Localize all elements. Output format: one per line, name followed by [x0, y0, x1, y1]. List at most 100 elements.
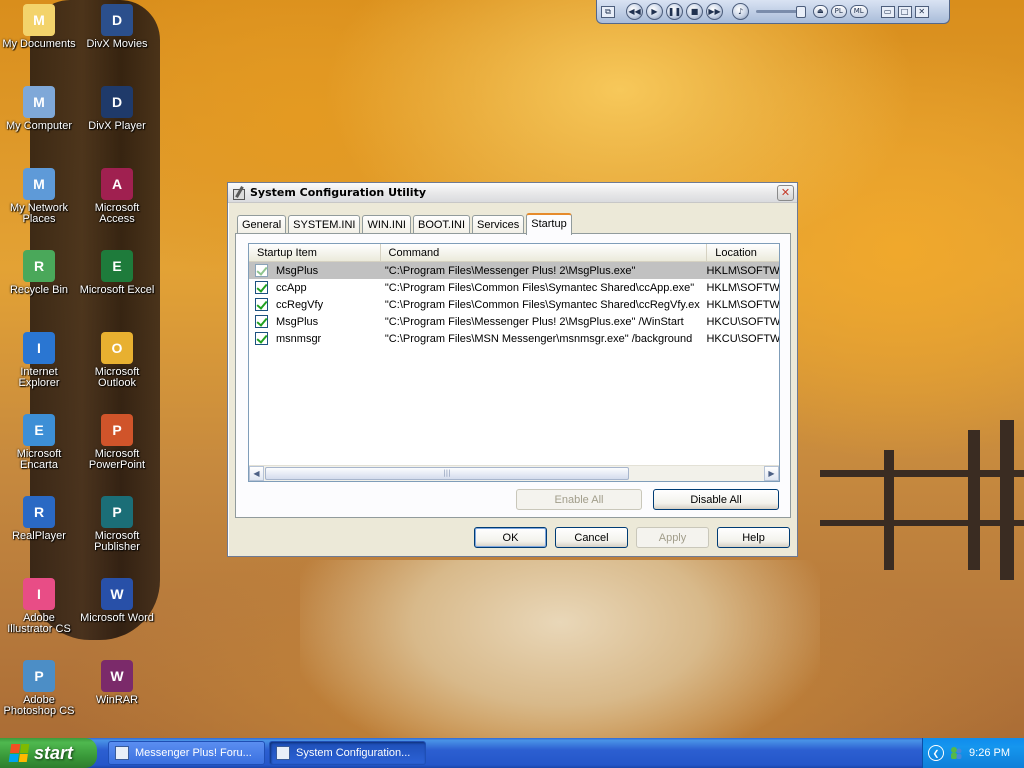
scroll-right-icon[interactable]: ▶ — [764, 466, 779, 481]
ok-button[interactable]: OK — [474, 527, 547, 548]
tab-win-ini[interactable]: WIN.INI — [362, 215, 411, 234]
startup-checkbox[interactable] — [255, 315, 268, 328]
startup-checkbox[interactable] — [255, 332, 268, 345]
computer-icon: M — [23, 86, 55, 118]
messenger-tray-icon[interactable] — [949, 746, 963, 760]
desktop-icon-label: My Computer — [5, 120, 73, 132]
internet-explorer-icon: I — [23, 332, 55, 364]
table-row[interactable]: MsgPlus "C:\Program Files\Messenger Plus!… — [249, 313, 779, 330]
startup-item-cell: msnmsgr — [276, 332, 322, 345]
desktop-icon[interactable]: A Microsoft Access — [78, 168, 156, 225]
media-library-button[interactable]: ML — [849, 5, 868, 18]
pause-button[interactable]: ❚❚ — [666, 3, 683, 20]
startup-checkbox[interactable] — [255, 298, 268, 311]
desktop-icon[interactable]: M My Network Places — [0, 168, 78, 225]
task-messenger-plus-forum[interactable]: Messenger Plus! Foru... — [108, 741, 265, 765]
tab-boot-ini[interactable]: BOOT.INI — [412, 215, 471, 234]
fast-forward-button[interactable]: ▶▶ — [706, 3, 723, 20]
desktop-icon-label: RealPlayer — [12, 530, 66, 542]
desktop-icon[interactable]: R RealPlayer — [0, 496, 78, 542]
dialog-titlebar[interactable]: System Configuration Utility ✕ — [228, 183, 797, 203]
close-button[interactable]: ✕ — [777, 184, 794, 201]
help-button[interactable]: Help — [717, 527, 790, 548]
column-command[interactable]: Command — [381, 244, 708, 261]
horizontal-scrollbar[interactable]: ◀ ||| ▶ — [249, 465, 779, 481]
clock[interactable]: 9:26 PM — [969, 747, 1010, 759]
command-cell: "C:\Program Files\Messenger Plus! 2\MsgP… — [384, 264, 636, 277]
winrar-icon: W — [101, 660, 133, 692]
desktop-icon[interactable]: R Recycle Bin — [0, 250, 78, 296]
startup-checkbox[interactable] — [255, 281, 268, 294]
column-startup-item[interactable]: Startup Item — [249, 244, 381, 261]
system-configuration-dialog: System Configuration Utility ✕ General S… — [227, 182, 798, 557]
media-mode-icon[interactable]: ⧉ — [601, 5, 615, 18]
taskbar: start Messenger Plus! Foru... System Con… — [0, 738, 1024, 768]
desktop-icon[interactable]: D DivX Movies — [78, 4, 156, 50]
startup-list[interactable]: Startup Item Command Location MsgPlus "C:… — [248, 243, 780, 482]
desktop-icon[interactable]: E Microsoft Excel — [78, 250, 156, 296]
playlist-button[interactable]: PL — [830, 5, 847, 18]
apply-button[interactable]: Apply — [636, 527, 709, 548]
tab-general[interactable]: General — [237, 215, 287, 234]
rewind-button[interactable]: ◀◀ — [626, 3, 643, 20]
desktop-icon-label: Microsoft Excel — [79, 284, 155, 296]
desktop-icon[interactable]: P Microsoft Publisher — [78, 496, 156, 553]
photoshop-icon: P — [23, 660, 55, 692]
scroll-thumb[interactable]: ||| — [265, 467, 629, 480]
enable-all-button[interactable]: Enable All — [516, 489, 642, 510]
desktop-icon[interactable]: D DivX Player — [78, 86, 156, 132]
desktop-icon[interactable]: O Microsoft Outlook — [78, 332, 156, 389]
tab-services[interactable]: Services — [472, 215, 525, 234]
startup-item-cell: ccApp — [276, 281, 307, 294]
cancel-button[interactable]: Cancel — [555, 527, 628, 548]
desktop-icon[interactable]: M My Computer — [0, 86, 78, 132]
task-system-configuration[interactable]: System Configuration... — [269, 741, 426, 765]
desktop-icon[interactable]: P Microsoft PowerPoint — [78, 414, 156, 471]
desktop-icon[interactable]: P Adobe Photoshop CS — [0, 660, 78, 717]
volume-slider[interactable] — [756, 6, 806, 18]
desktop-icon-label: Microsoft Outlook — [94, 366, 140, 389]
start-button[interactable]: start — [0, 738, 97, 768]
start-label: start — [34, 742, 74, 763]
play-button[interactable]: ▶ — [646, 3, 663, 20]
tab-strip: General SYSTEM.INI WIN.INI BOOT.INI Serv… — [237, 212, 574, 235]
scroll-left-icon[interactable]: ◀ — [249, 466, 264, 481]
leaf-path — [300, 560, 820, 768]
desktop-icon[interactable]: M My Documents — [0, 4, 78, 50]
list-rows: MsgPlus "C:\Program Files\Messenger Plus!… — [249, 262, 779, 347]
media-player-bar[interactable]: ⧉ ◀◀ ▶ ❚❚ ■ ▶▶ ♪ ⏏ PL ML ▭ □ ✕ — [596, 0, 950, 24]
tab-startup[interactable]: Startup — [526, 213, 572, 235]
mini-close-icon[interactable]: ✕ — [914, 5, 929, 18]
table-row[interactable]: ccApp "C:\Program Files\Common Files\Syma… — [249, 279, 779, 296]
column-location[interactable]: Location — [707, 244, 779, 261]
desktop-icon[interactable]: E Microsoft Encarta — [0, 414, 78, 471]
fence-post — [884, 450, 894, 570]
outlook-icon: O — [101, 332, 133, 364]
stop-button[interactable]: ■ — [686, 3, 703, 20]
browser-window-icon — [115, 746, 129, 760]
table-row[interactable]: MsgPlus "C:\Program Files\Messenger Plus!… — [249, 262, 779, 279]
disable-all-button[interactable]: Disable All — [653, 489, 779, 510]
desktop-icon-label: Adobe Photoshop CS — [3, 694, 75, 717]
mini-restore-icon[interactable]: ▭ — [880, 5, 895, 18]
system-tray: ❮ 9:26 PM — [922, 738, 1024, 768]
fence-rail — [820, 520, 1024, 526]
table-row[interactable]: ccRegVfy "C:\Program Files\Common Files\S… — [249, 296, 779, 313]
command-cell: "C:\Program Files\Common Files\Symantec … — [384, 298, 701, 311]
eject-button[interactable]: ⏏ — [813, 5, 828, 18]
mini-maximize-icon[interactable]: □ — [897, 5, 912, 18]
table-row[interactable]: msnmsgr "C:\Program Files\MSN Messenger\m… — [249, 330, 779, 347]
location-cell: HKLM\SOFTW — [706, 298, 779, 311]
desktop-icon[interactable]: W WinRAR — [78, 660, 156, 706]
startup-item-cell: MsgPlus — [276, 315, 319, 328]
task-label: System Configuration... — [296, 747, 411, 759]
location-cell: HKLM\SOFTW — [706, 264, 779, 277]
volume-icon[interactable]: ♪ — [732, 3, 749, 20]
tray-expand-icon[interactable]: ❮ — [928, 745, 944, 761]
desktop-icon[interactable]: I Internet Explorer — [0, 332, 78, 389]
desktop-icon[interactable]: W Microsoft Word — [78, 578, 156, 624]
startup-checkbox[interactable] — [255, 264, 268, 277]
desktop-icon[interactable]: I Adobe Illustrator CS — [0, 578, 78, 635]
tab-system-ini[interactable]: SYSTEM.INI — [288, 215, 361, 234]
divx-player-icon: D — [101, 86, 133, 118]
